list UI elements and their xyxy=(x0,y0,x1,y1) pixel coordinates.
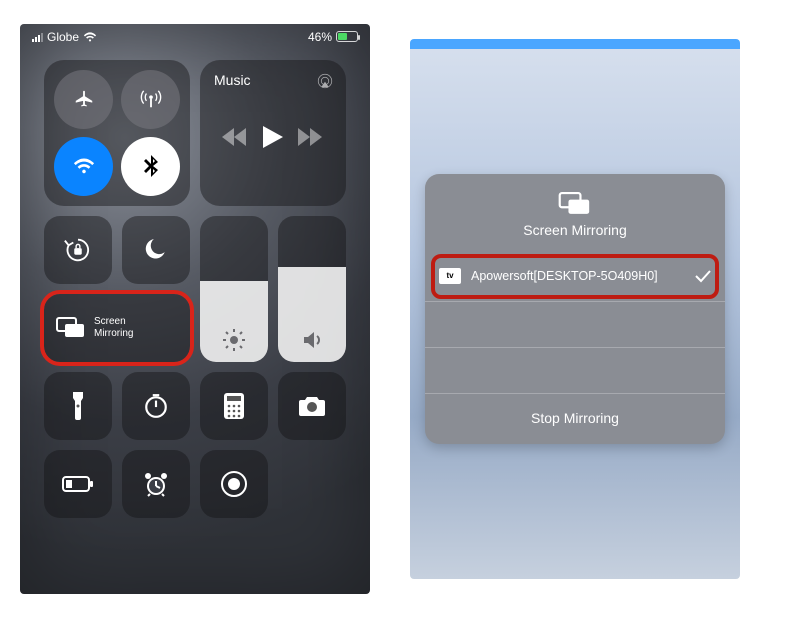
screen-mirroring-icon xyxy=(56,317,86,339)
low-power-mode-button[interactable] xyxy=(44,450,112,518)
music-title: Music xyxy=(214,72,332,88)
stop-mirroring-button[interactable]: Stop Mirroring xyxy=(425,394,725,444)
bluetooth-button[interactable] xyxy=(121,137,180,196)
brightness-slider[interactable] xyxy=(200,216,268,362)
music-card[interactable]: Music xyxy=(200,60,346,206)
camera-button[interactable] xyxy=(278,372,346,440)
flashlight-button[interactable] xyxy=(44,372,112,440)
play-button[interactable] xyxy=(263,126,283,148)
record-icon xyxy=(220,470,248,498)
device-row[interactable]: tv Apowersoft[DESKTOP-5O409H0] xyxy=(425,252,725,302)
control-center-screenshot: Globe 46% xyxy=(20,24,370,594)
orientation-lock-icon xyxy=(63,235,93,265)
mirroring-picker-card: Screen Mirroring tv Apowersoft[DESKTOP-5… xyxy=(425,174,725,444)
moon-icon xyxy=(143,237,169,263)
status-bar: Globe 46% xyxy=(20,24,370,44)
device-name: Apowersoft[DESKTOP-5O409H0] xyxy=(471,268,711,285)
mirroring-picker-screenshot: Screen Mirroring tv Apowersoft[DESKTOP-5… xyxy=(410,39,740,579)
previous-track-button[interactable] xyxy=(222,128,248,146)
airplane-mode-button[interactable] xyxy=(54,70,113,129)
timer-icon xyxy=(143,393,169,419)
wifi-icon xyxy=(83,32,97,42)
alarm-clock-icon xyxy=(142,471,170,497)
battery-icon xyxy=(62,476,94,492)
carrier-label: Globe xyxy=(47,30,79,44)
bluetooth-icon xyxy=(144,155,158,177)
device-list: tv Apowersoft[DESKTOP-5O409H0] xyxy=(425,252,725,394)
wifi-button[interactable] xyxy=(54,137,113,196)
apple-tv-icon: tv xyxy=(439,268,461,284)
screen-mirroring-button[interactable]: Screen Mirroring xyxy=(44,294,190,362)
connectivity-card[interactable] xyxy=(44,60,190,206)
alarm-button[interactable] xyxy=(122,450,190,518)
sun-icon xyxy=(222,328,246,352)
battery-pct: 46% xyxy=(308,30,332,44)
next-track-button[interactable] xyxy=(298,128,324,146)
orientation-lock-button[interactable] xyxy=(44,216,112,284)
checkmark-icon xyxy=(695,269,711,283)
speaker-icon xyxy=(300,328,324,352)
calculator-button[interactable] xyxy=(200,372,268,440)
timer-button[interactable] xyxy=(122,372,190,440)
screen-mirroring-label: Screen Mirroring xyxy=(94,316,133,340)
mirroring-picker-title: Screen Mirroring xyxy=(523,222,626,238)
flashlight-icon xyxy=(71,392,85,420)
cellular-data-button[interactable] xyxy=(121,70,180,129)
do-not-disturb-button[interactable] xyxy=(122,216,190,284)
camera-icon xyxy=(298,395,326,417)
device-row-empty xyxy=(425,302,725,348)
airplay-audio-icon[interactable] xyxy=(316,72,334,90)
screen-record-button[interactable] xyxy=(200,450,268,518)
antenna-icon xyxy=(140,88,162,110)
control-center-grid: Music xyxy=(20,44,370,518)
calculator-icon xyxy=(223,392,245,420)
signal-icon xyxy=(32,32,43,42)
battery-icon xyxy=(336,31,358,42)
screen-mirroring-icon xyxy=(558,192,592,216)
wifi-icon xyxy=(73,157,95,175)
device-row-empty xyxy=(425,348,725,394)
volume-slider[interactable] xyxy=(278,216,346,362)
airplane-icon xyxy=(73,88,95,110)
